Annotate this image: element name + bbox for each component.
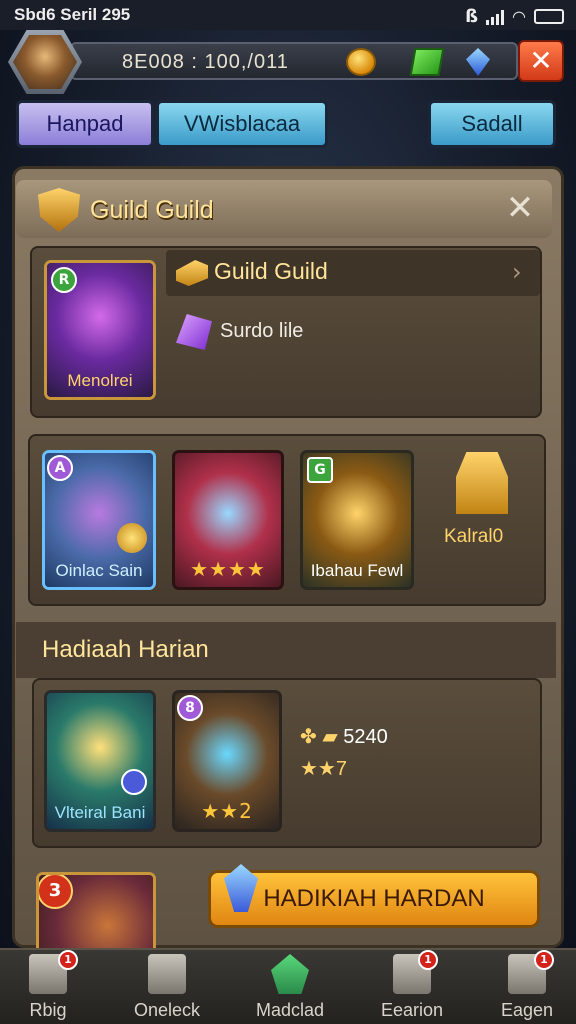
reward-caption: Kalral0 <box>444 526 504 547</box>
tab-vwisblacaa[interactable]: VWisblacaa <box>156 100 328 148</box>
card-badge: G <box>307 457 333 483</box>
checkmark-gem-icon <box>271 954 309 994</box>
battery-icon <box>534 9 564 24</box>
bluetooth-icon: ß <box>465 6 479 27</box>
nav-label: Rbig <box>29 1000 67 1020</box>
nav-item-rbig[interactable]: 1 Rbig <box>0 950 96 1024</box>
reward-value: ★★7 <box>300 758 347 780</box>
tab-hanpad[interactable]: Hanpad <box>16 100 154 148</box>
close-button[interactable]: ✕ <box>518 40 564 82</box>
bottom-nav: 1 Rbig Oneleck Madclad 1 Eearion 1 Eagen <box>0 948 576 1024</box>
panel-title: Guild Guild <box>90 196 214 224</box>
nav-label: Madclad <box>255 1000 325 1020</box>
reward-line: ✤ ▰ 5240 <box>300 724 388 749</box>
nav-label: Eagen <box>500 1000 554 1020</box>
reward-card[interactable]: ★★★★ <box>172 450 284 590</box>
gold-bar-icon: ✤ ▰ <box>300 726 338 748</box>
wifi-icon: ◠ <box>512 7 526 26</box>
player-avatar[interactable] <box>8 30 82 94</box>
hero-level-badge: 3 <box>39 875 73 909</box>
nav-item-oneleck[interactable]: Oneleck <box>112 950 222 1024</box>
gold-coin-icon[interactable] <box>346 48 376 76</box>
daily-card-caption: Vlteiral Bani <box>54 803 146 822</box>
avatar-portrait <box>13 35 77 89</box>
green-gem-icon[interactable] <box>409 48 445 76</box>
featured-title: Guild Guild <box>214 258 328 284</box>
status-bar: Sbd6 Seril 295 ß ◠ <box>0 0 576 30</box>
nav-item-madclad[interactable]: Madclad <box>236 950 344 1024</box>
card-rank-badge: R <box>51 267 77 293</box>
featured-subtitle: Surdo lile <box>220 320 304 342</box>
resource-counter: 8E008 : 100,/011 <box>122 51 289 73</box>
gold-crystal-icon[interactable] <box>456 452 508 514</box>
star-rating: ★★2 <box>201 799 253 823</box>
nav-item-eearion[interactable]: 1 Eearion <box>356 950 468 1024</box>
tab-sadall[interactable]: Sadall <box>428 100 556 148</box>
reward-card[interactable]: G Ibahau Fewl <box>300 450 414 590</box>
status-icons: ß ◠ <box>465 6 564 27</box>
diamond-icon <box>148 954 186 994</box>
featured-card[interactable]: R Menolrei <box>44 260 156 400</box>
daily-card[interactable]: Vlteiral Bani <box>44 690 156 832</box>
card-small-badge <box>121 769 147 795</box>
notification-badge: 1 <box>534 950 554 970</box>
notification-badge: 1 <box>58 950 78 970</box>
reward-value: 5240 <box>343 726 388 748</box>
signal-icon <box>486 9 505 25</box>
card-badge: A <box>47 455 73 481</box>
star-rating: ★★★★ <box>190 557 266 581</box>
notification-badge: 1 <box>418 950 438 970</box>
nav-label: Oneleck <box>133 1000 201 1020</box>
card-badge: 8 <box>177 695 203 721</box>
nav-item-eagen[interactable]: 1 Eagen <box>478 950 576 1024</box>
coin-icon <box>117 523 147 553</box>
daily-rewards-title: Hadiaah Harian <box>42 636 209 663</box>
top-bar: 8E008 : 100,/011 ✕ <box>8 30 568 94</box>
reward-line: ★★7 <box>300 756 347 781</box>
panel-close-icon[interactable]: ✕ <box>498 188 542 228</box>
status-time: Sbd6 Seril 295 <box>14 5 131 24</box>
reward-card-caption: Oinlac Sain <box>55 561 143 580</box>
nav-label: Eearion <box>380 1000 444 1020</box>
blue-crystal-icon[interactable] <box>466 48 490 76</box>
featured-card-caption: Menolrei <box>67 371 133 390</box>
resource-bar: 8E008 : 100,/011 <box>70 42 518 80</box>
chevron-right-icon[interactable]: › <box>512 258 522 286</box>
reward-card-caption: Ibahau Fewl <box>310 561 404 580</box>
daily-card[interactable]: 8 ★★2 <box>172 690 282 832</box>
reward-card[interactable]: A Oinlac Sain <box>42 450 156 590</box>
